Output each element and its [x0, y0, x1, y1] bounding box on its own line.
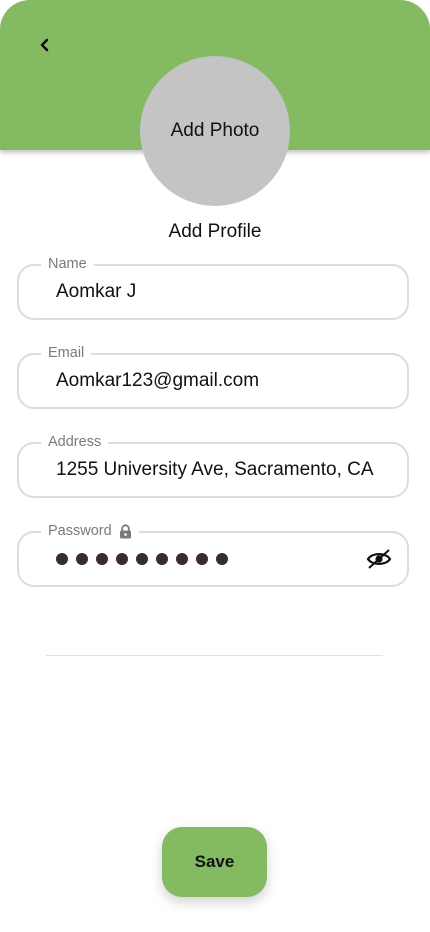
email-field: Email: [17, 344, 409, 409]
toggle-password-visibility-button[interactable]: [365, 547, 393, 571]
eye-slash-icon: [366, 549, 392, 569]
password-masked-value[interactable]: [56, 553, 228, 565]
address-input[interactable]: [56, 457, 387, 483]
add-photo-button[interactable]: Add Photo: [140, 56, 290, 206]
password-dot: [136, 553, 148, 565]
address-field: Address: [17, 433, 409, 498]
email-input[interactable]: [56, 368, 387, 394]
name-label: Name: [41, 255, 94, 273]
email-label-text: Email: [48, 345, 85, 361]
password-dot: [116, 553, 128, 565]
password-label: Password: [41, 522, 139, 540]
lock-icon: [119, 523, 131, 538]
name-input[interactable]: [56, 279, 387, 305]
save-button[interactable]: Save: [162, 827, 267, 897]
password-dot: [216, 553, 228, 565]
back-button[interactable]: [30, 30, 60, 60]
add-photo-label: Add Photo: [170, 120, 260, 141]
password-dot: [176, 553, 188, 565]
address-label: Address: [41, 433, 109, 451]
page-title: Add Profile: [168, 221, 262, 242]
divider: [46, 655, 383, 656]
email-label: Email: [41, 344, 92, 362]
password-field: Password: [17, 522, 409, 587]
name-label-text: Name: [48, 256, 87, 272]
password-dot: [76, 553, 88, 565]
password-dot: [196, 553, 208, 565]
password-label-text: Password: [48, 523, 112, 539]
password-dot: [96, 553, 108, 565]
name-field: Name: [17, 255, 409, 320]
chevron-left-icon: [40, 38, 49, 52]
password-dot: [156, 553, 168, 565]
address-label-text: Address: [48, 434, 102, 450]
password-dot: [56, 553, 68, 565]
